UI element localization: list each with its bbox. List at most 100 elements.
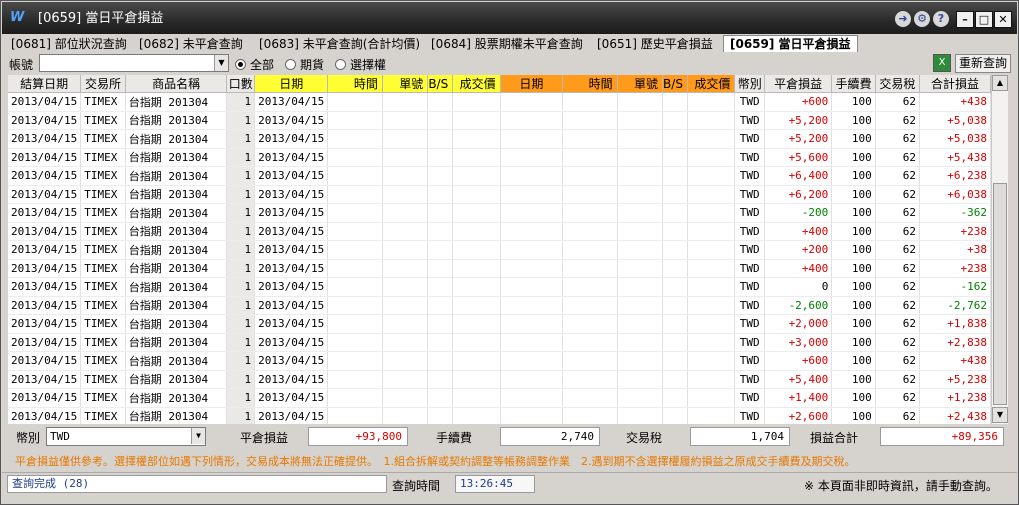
column-header[interactable]: 成交價 (687, 75, 736, 93)
table-row[interactable]: 2013/04/15 TIMEX 台指期 201304 1 2013/04/15 TWD +… (8, 333, 991, 352)
summary-bar: 幣別 TWD ▼ 平倉損益 +93,800 手續費 2,740 交易稅 1,70… (8, 426, 1011, 447)
column-header[interactable]: 時間 (562, 75, 618, 93)
table-cell: 2013/04/15 (254, 129, 329, 149)
excel-export-icon[interactable]: X (933, 54, 951, 72)
account-select[interactable]: ▼ (39, 54, 229, 72)
table-cell (382, 407, 429, 424)
radio-options[interactable]: 選擇權 (335, 56, 386, 73)
table-row[interactable]: 2013/04/15 TIMEX 台指期 201304 1 2013/04/15 TWD -… (8, 203, 991, 223)
column-header[interactable]: B/S (662, 75, 688, 93)
column-header[interactable]: 單號 (617, 75, 664, 93)
table-cell: TWD (734, 92, 766, 112)
column-header[interactable]: 商品名稱 (125, 75, 228, 93)
minimize-button[interactable]: – (956, 11, 974, 28)
table-cell: TWD (734, 314, 766, 334)
table-cell (427, 388, 454, 408)
tab-0683[interactable]: [0683] 未平倉查詢(合計均價) (259, 36, 420, 52)
table-cell: 2013/04/15 (8, 351, 82, 371)
table-row[interactable]: 2013/04/15 TIMEX 台指期 201304 1 2013/04/15 TWD +… (8, 351, 991, 371)
table-row[interactable]: 2013/04/15 TIMEX 台指期 201304 1 2013/04/15 TWD +… (8, 259, 991, 278)
table-row[interactable]: 2013/04/15 TIMEX 台指期 201304 1 2013/04/15 TWD +… (8, 129, 991, 149)
reload-button[interactable]: 重新查詢 (955, 54, 1011, 73)
scroll-up-icon[interactable]: ▲ (992, 75, 1008, 91)
tab-0684[interactable]: [0684] 股票期權未平倉查詢 (431, 36, 583, 52)
column-header[interactable]: 合計損益 (919, 75, 991, 93)
table-cell: 62 (875, 129, 921, 149)
table-cell (500, 240, 564, 260)
tab-0681[interactable]: [0681] 部位狀況查詢 (11, 36, 127, 52)
scroll-thumb[interactable] (993, 183, 1007, 405)
table-row[interactable]: 2013/04/15 TIMEX 台指期 201304 1 2013/04/15 TWD 0… (8, 277, 991, 297)
radio-all[interactable]: 全部 (235, 56, 274, 73)
scroll-down-icon[interactable]: ▼ (992, 407, 1008, 423)
table-row[interactable]: 2013/04/15 TIMEX 台指期 201304 1 2013/04/15 TWD -… (8, 296, 991, 315)
table-cell (662, 388, 688, 408)
column-header[interactable]: 口數 (226, 75, 256, 93)
column-header[interactable]: 成交價 (452, 75, 501, 93)
column-header[interactable]: 日期 (254, 75, 329, 93)
column-header[interactable]: 單號 (382, 75, 429, 93)
tab-0659[interactable]: [0659] 當日平倉損益 (723, 35, 858, 52)
column-header[interactable]: 時間 (327, 75, 383, 93)
column-header[interactable]: 平倉損益 (764, 75, 833, 93)
table-row[interactable]: 2013/04/15 TIMEX 台指期 201304 1 2013/04/15 TWD +… (8, 111, 991, 130)
export-icon[interactable]: ➜ (895, 11, 911, 27)
table-cell (327, 148, 383, 167)
table-cell (452, 240, 501, 260)
table-cell (427, 407, 454, 424)
table-cell (617, 370, 664, 389)
help-icon[interactable]: ? (933, 11, 949, 27)
column-header[interactable]: 交易所 (80, 75, 126, 93)
column-header[interactable]: 交易稅 (875, 75, 921, 93)
settings-icon[interactable]: ⚙ (914, 11, 930, 27)
chevron-down-icon[interactable]: ▼ (191, 428, 205, 444)
table-cell (500, 92, 564, 112)
status-message: 查詢完成 (28) (7, 475, 387, 493)
table-cell (662, 351, 688, 371)
column-header[interactable]: 結算日期 (8, 75, 82, 93)
table-cell: 100 (831, 351, 876, 371)
pnl-table[interactable]: 結算日期 交易所 商品名稱 口數 日期 時間 單號 B/S 成交價 日期 時間 單號 B/S 成交價 幣別平… (8, 75, 991, 424)
table-cell: 2013/04/15 (254, 111, 329, 130)
app-logo: W (10, 10, 25, 25)
table-row[interactable]: 2013/04/15 TIMEX 台指期 201304 1 2013/04/15 TWD +… (8, 240, 991, 260)
tab-0682[interactable]: [0682] 未平倉查詢 (139, 36, 243, 52)
column-header[interactable]: 日期 (500, 75, 564, 93)
tab-0651[interactable]: [0651] 歷史平倉損益 (597, 36, 713, 52)
table-row[interactable]: 2013/04/15 TIMEX 台指期 201304 1 2013/04/15 TWD +… (8, 388, 991, 408)
table-cell (662, 333, 688, 352)
fee-total: 2,740 (500, 427, 600, 446)
table-cell: TIMEX (80, 259, 126, 278)
table-row[interactable]: 2013/04/15 TIMEX 台指期 201304 1 2013/04/15 TWD +… (8, 407, 991, 424)
table-cell: 1 (226, 222, 256, 241)
column-header[interactable]: 手續費 (831, 75, 876, 93)
table-cell: TIMEX (80, 222, 126, 241)
maximize-button[interactable]: □ (975, 11, 993, 28)
table-row[interactable]: 2013/04/15 TIMEX 台指期 201304 1 2013/04/15 TWD +… (8, 370, 991, 389)
table-row[interactable]: 2013/04/15 TIMEX 台指期 201304 1 2013/04/15 TWD +… (8, 314, 991, 334)
title-bar[interactable]: W [0659] 當日平倉損益 ➜ ⚙ ? – □ ✕ (2, 2, 1017, 34)
chevron-down-icon[interactable]: ▼ (214, 55, 228, 71)
column-header[interactable]: 幣別 (734, 75, 766, 93)
table-cell: 62 (875, 185, 921, 204)
currency-select[interactable]: TWD ▼ (46, 427, 206, 446)
table-cell: +438 (919, 92, 991, 112)
table-cell (500, 222, 564, 241)
table-row[interactable]: 2013/04/15 TIMEX 台指期 201304 1 2013/04/15 TWD +… (8, 148, 991, 167)
column-header[interactable]: B/S (427, 75, 454, 93)
table-row[interactable]: 2013/04/15 TIMEX 台指期 201304 1 2013/04/15 TWD +… (8, 185, 991, 204)
radio-dot-icon (235, 59, 246, 70)
radio-futures[interactable]: 期貨 (285, 56, 324, 73)
table-cell: +38 (919, 240, 991, 260)
table-cell (687, 370, 736, 389)
table-row[interactable]: 2013/04/15 TIMEX 台指期 201304 1 2013/04/15 TWD +… (8, 222, 991, 241)
table-cell: 1 (226, 111, 256, 130)
table-row[interactable]: 2013/04/15 TIMEX 台指期 201304 1 2013/04/15 TWD +… (8, 166, 991, 186)
vertical-scrollbar[interactable]: ▲ ▼ (991, 75, 1008, 424)
close-button[interactable]: ✕ (994, 11, 1012, 28)
table-row[interactable]: 2013/04/15 TIMEX 台指期 201304 1 2013/04/15 TWD +… (8, 92, 991, 112)
table-cell: 100 (831, 203, 876, 223)
table-cell (617, 166, 664, 186)
radio-futures-label: 期貨 (300, 58, 325, 72)
table-cell: -162 (919, 277, 991, 297)
